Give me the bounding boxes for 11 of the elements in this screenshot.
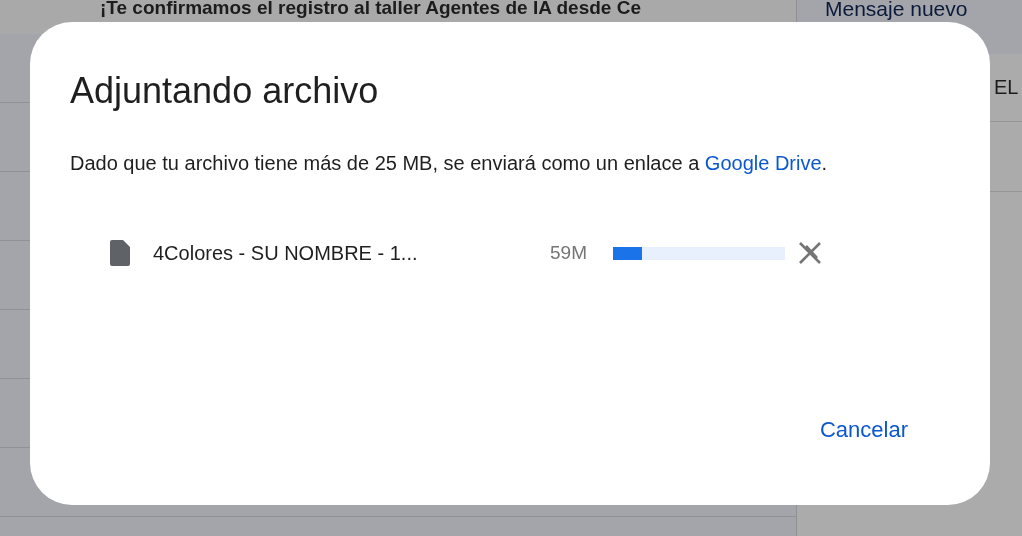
dialog-title: Adjuntando archivo xyxy=(70,70,380,112)
dialog-message: Dado que tu archivo tiene más de 25 MB, se enviará como un enlace a Google Drive. xyxy=(70,151,829,176)
compose-field[interactable]: EL xyxy=(994,76,1019,99)
close-icon[interactable] xyxy=(797,240,823,266)
compose-title: Mensaje nuevo xyxy=(825,0,968,21)
google-drive-link[interactable]: Google Drive xyxy=(704,152,822,174)
file-icon xyxy=(110,240,130,266)
file-name: 4Colores - SU NOMBRE - 1... xyxy=(153,241,419,265)
file-size: 59M xyxy=(550,242,588,264)
email-subject: ¡Te confirmamos el registro al taller Agentes de IA desde Ce xyxy=(100,0,641,19)
cancel-button[interactable]: Cancelar xyxy=(813,413,914,447)
